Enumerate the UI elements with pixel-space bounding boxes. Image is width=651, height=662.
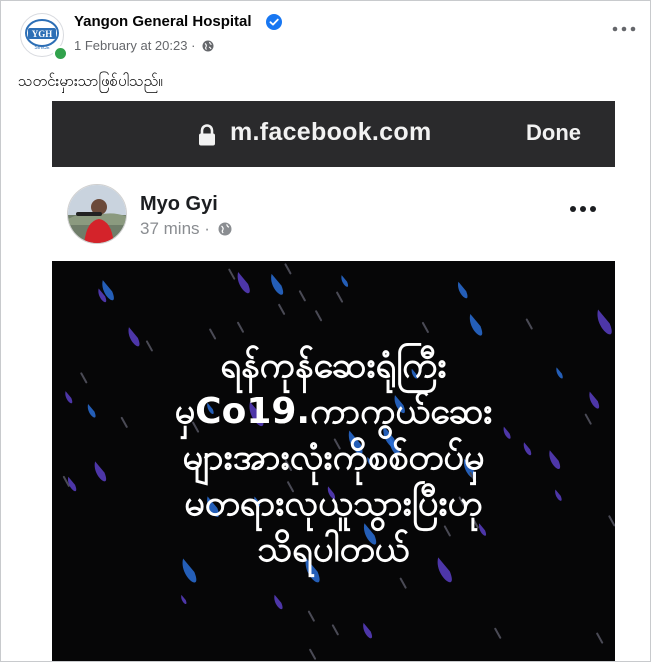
inner-post-meta: 37 mins ·	[140, 219, 232, 239]
image-text: ရန်ကုန်ဆေးရုံကြီး မှCo19.ကာကွယ်ဆေး များအ…	[52, 343, 615, 573]
rain-streak	[228, 268, 236, 280]
inner-author-name: Myo Gyi	[140, 193, 218, 215]
raindrop	[458, 281, 468, 299]
globe-icon	[218, 222, 232, 236]
facebook-post: YGH SINCE Yangon General Hospital 1 Febr…	[0, 0, 651, 662]
raindrop	[274, 594, 283, 610]
raindrop	[181, 594, 187, 605]
more-options-icon[interactable]	[609, 21, 639, 37]
raindrop	[469, 313, 483, 336]
rain-streak	[315, 310, 323, 322]
raindrop	[271, 273, 284, 295]
post-timestamp[interactable]: 1 February at 20:23	[74, 38, 187, 53]
online-status-dot	[53, 46, 68, 61]
raindrop	[597, 309, 612, 335]
shared-screenshot-image[interactable]: m.facebook.com Done Myo Gyi 37 mins · ရန…	[52, 101, 615, 661]
svg-text:SINCE: SINCE	[34, 45, 50, 51]
rain-streak	[331, 624, 339, 636]
image-text-line: မတရားလုယူသွားပြီးဟု	[184, 483, 483, 524]
globe-icon[interactable]	[202, 40, 214, 52]
inner-author-avatar	[67, 184, 127, 244]
image-text-line: မှCo19.ကာကွယ်ဆေး	[174, 391, 493, 432]
post-meta: 1 February at 20:23 ·	[74, 38, 214, 53]
verified-badge-icon	[266, 14, 282, 30]
svg-text:YGH: YGH	[32, 29, 53, 39]
rain-streak	[525, 318, 533, 330]
rain-streak	[307, 610, 315, 622]
page-name-link[interactable]: Yangon General Hospital	[74, 13, 252, 30]
image-text-line: သိရပါတယ်	[257, 529, 410, 570]
meta-separator: ·	[191, 38, 196, 53]
rain-streak	[298, 290, 306, 302]
rain-streak	[237, 321, 245, 333]
post-caption: သတင်းမှားသာဖြစ်ပါသည်။	[18, 72, 163, 90]
browser-url-bar: m.facebook.com Done	[52, 101, 615, 167]
inner-meta-separator: ·	[204, 219, 210, 238]
rain-streak	[209, 328, 217, 340]
post-image: ရန်ကုန်ဆေးရုံကြီး မှCo19.ကာကွယ်ဆေး များအ…	[52, 261, 615, 661]
inner-post-time: 37 mins	[140, 219, 200, 238]
browser-url: m.facebook.com	[230, 118, 432, 146]
done-label: Done	[526, 120, 581, 145]
more-options-icon	[570, 206, 596, 212]
image-text-line: များအားလုံးကိုစစ်တပ်မှ	[182, 437, 485, 478]
rain-streak	[421, 321, 429, 333]
raindrop	[237, 272, 250, 294]
hospital-logo: YGH SINCE	[25, 19, 59, 51]
rain-streak	[284, 263, 292, 275]
rain-streak	[336, 291, 344, 303]
image-text-line: ရန်ကုန်ဆေးရုံကြီး	[220, 345, 447, 386]
lock-icon	[199, 124, 215, 146]
raindrop	[341, 275, 349, 287]
raindrop	[363, 622, 373, 639]
rain-streak	[309, 648, 317, 660]
rain-streak	[278, 303, 286, 315]
rain-streak	[494, 627, 502, 639]
rain-streak	[596, 632, 604, 644]
rain-streak	[399, 577, 407, 589]
